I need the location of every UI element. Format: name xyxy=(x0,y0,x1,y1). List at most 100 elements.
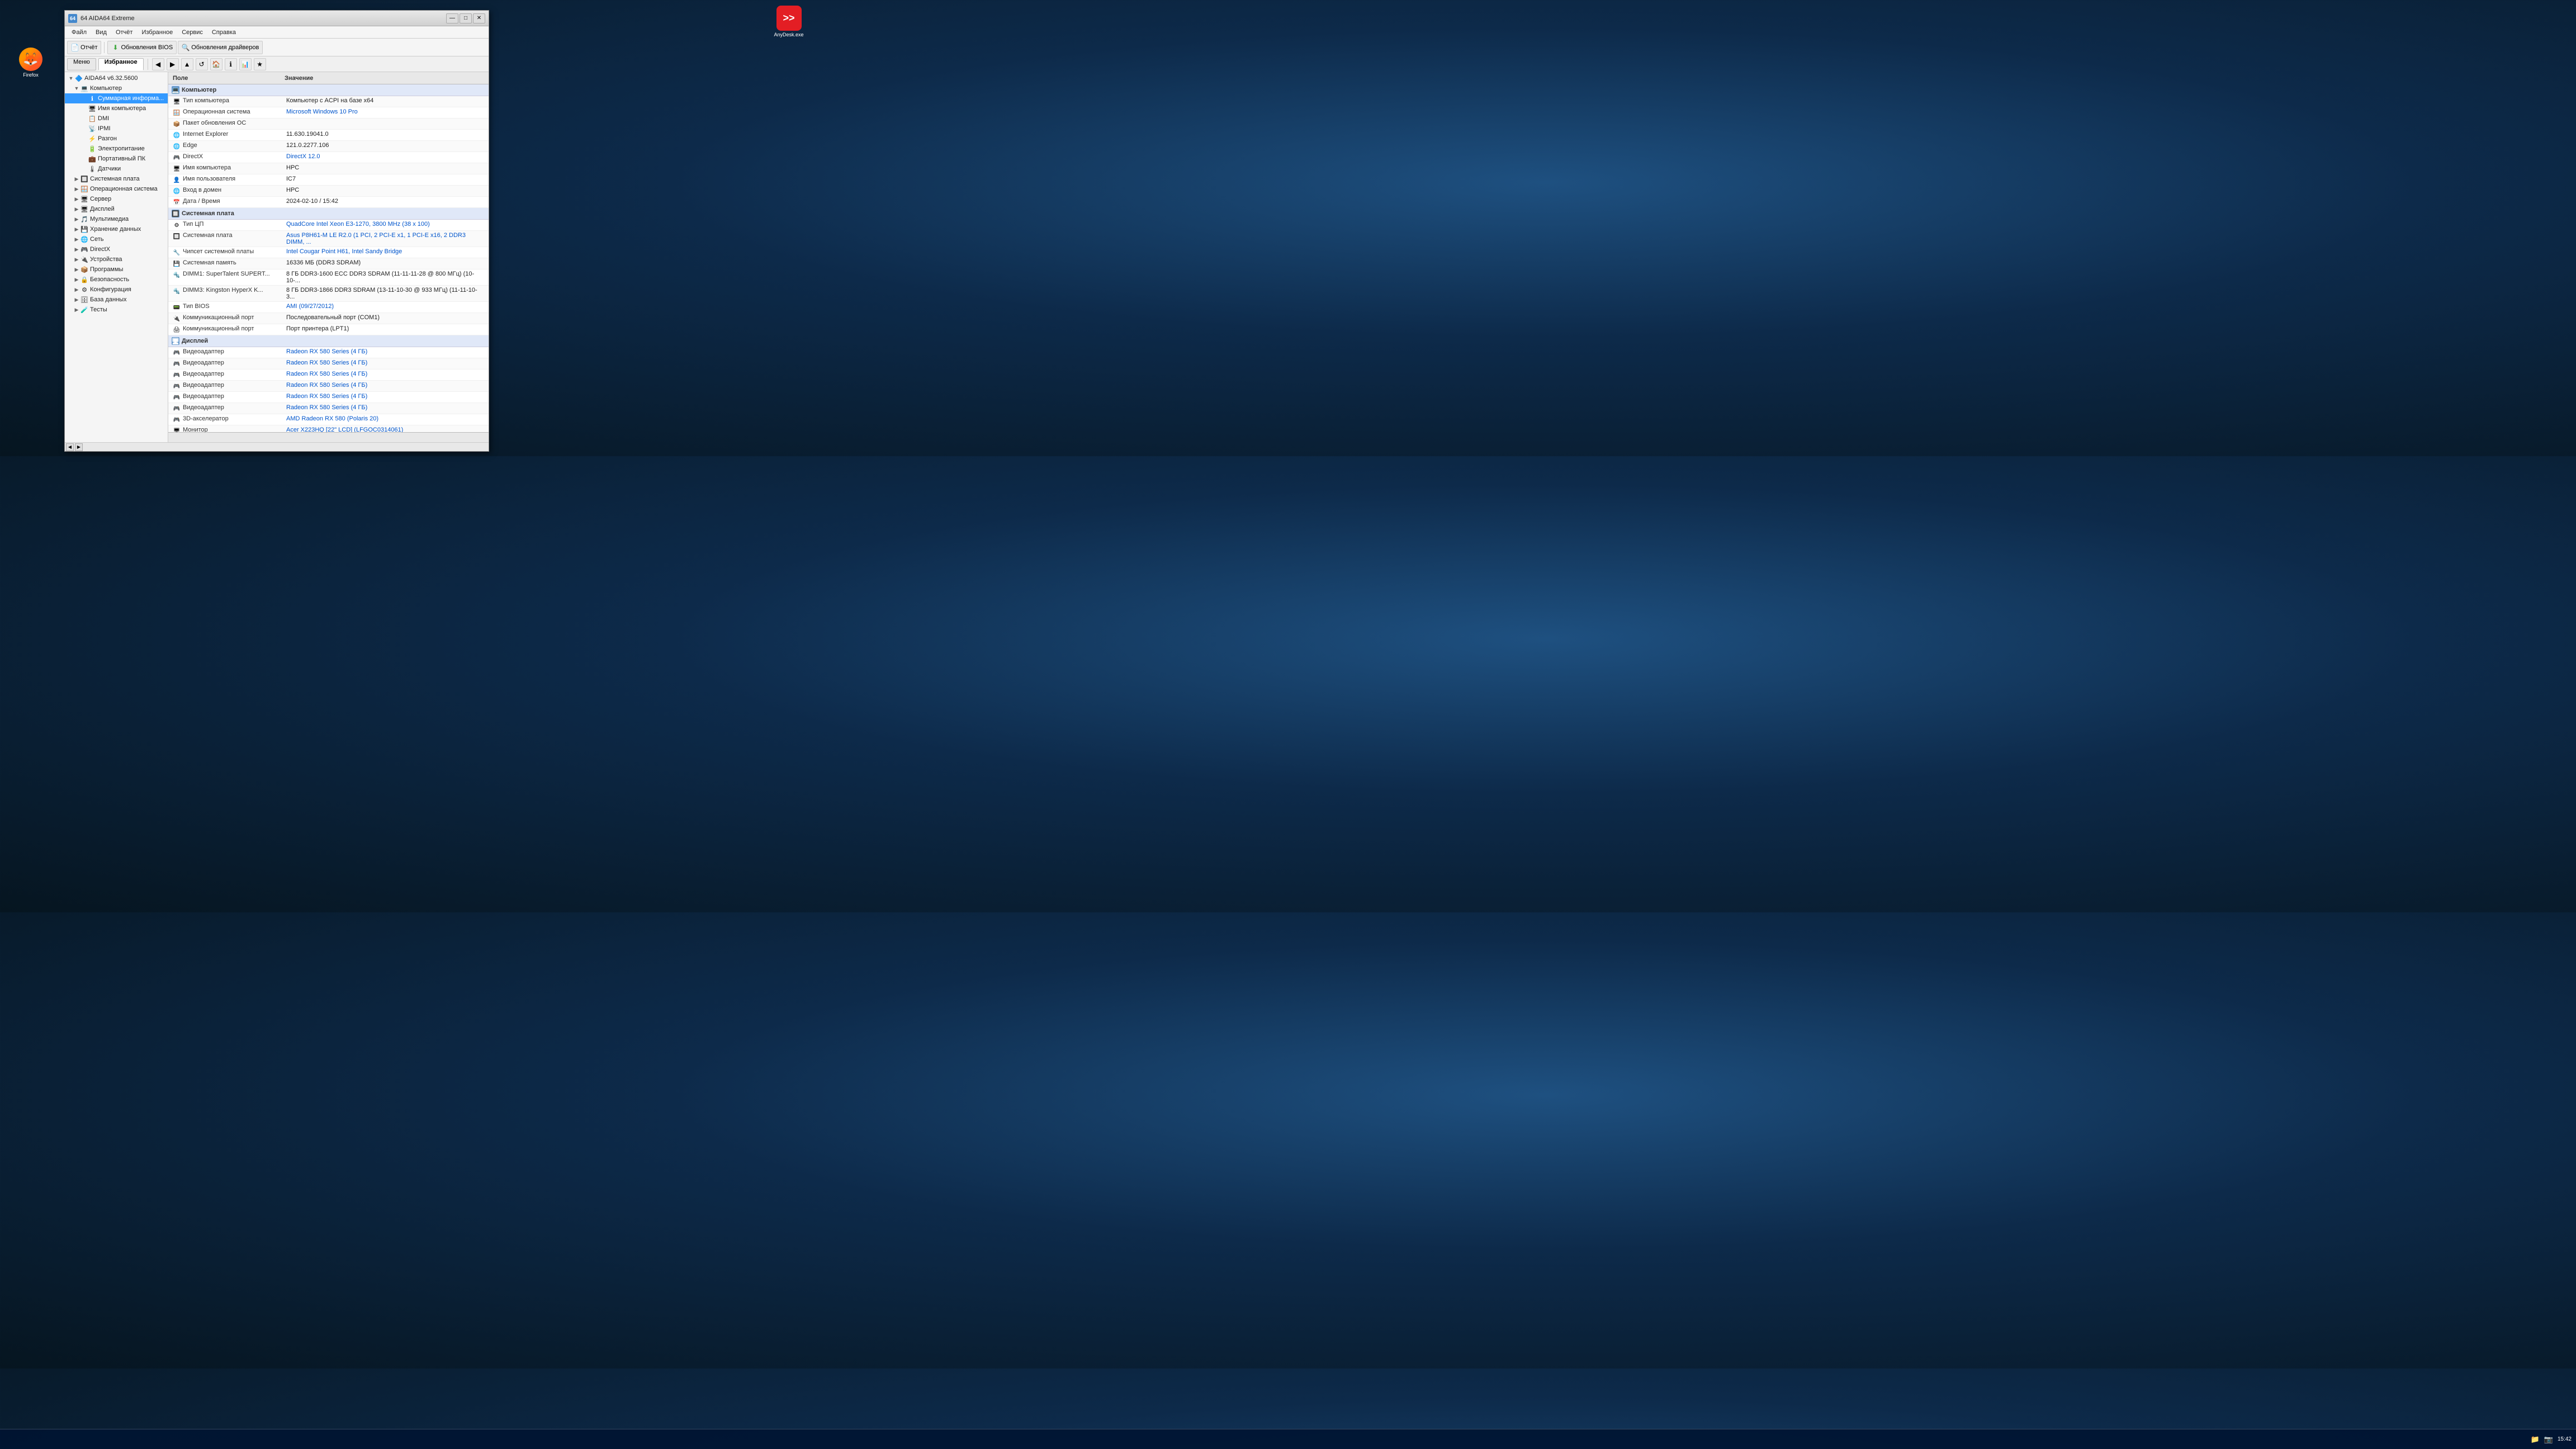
sidebar-item-multimedia[interactable]: ▶ 🎵 Мультимедиа xyxy=(65,214,168,224)
driver-update-button[interactable]: 🔍 Обновления драйверов xyxy=(178,41,263,54)
value-lpt: Порт принтера (LPT1) xyxy=(286,325,484,332)
row-icon-3d: 🎮 xyxy=(173,416,181,424)
sidebar-item-power[interactable]: 🔋 Электропитание xyxy=(65,144,168,154)
row-icon-hostname: 🖥 xyxy=(173,165,181,173)
menu-favorites[interactable]: Избранное xyxy=(137,28,177,37)
sidebar-item-storage[interactable]: ▶ 💾 Хранение данных xyxy=(65,224,168,234)
menu-bar: Файл Вид Отчёт Избранное Сервис Справка xyxy=(65,26,489,39)
nav-forward-button[interactable]: ▶ xyxy=(167,58,179,70)
row-icon-gpu1: 🎮 xyxy=(173,349,181,357)
sidebar-item-network[interactable]: ▶ 🌐 Сеть xyxy=(65,234,168,244)
nav-star-button[interactable]: ★ xyxy=(254,58,266,70)
sidebar-item-programs[interactable]: ▶ 📦 Программы xyxy=(65,264,168,274)
row-icon-com: 🔌 xyxy=(173,315,181,323)
sidebar-item-display[interactable]: ▶ 🖥 Дисплей xyxy=(65,204,168,214)
minimize-button[interactable]: — xyxy=(446,13,458,23)
sidebar-item-summary[interactable]: ℹ Суммарная информа... xyxy=(65,93,168,103)
value-gpu6: Radeon RX 580 Series (4 ГБ) xyxy=(286,404,484,411)
sidebar-item-server[interactable]: ▶ 🖥 Сервер xyxy=(65,194,168,204)
sidebar-item-computer-name[interactable]: 🖥 Имя компьютера xyxy=(65,103,168,113)
nav-info-button[interactable]: ℹ xyxy=(225,58,237,70)
motherboard-icon: 🔲 xyxy=(80,175,88,183)
row-chipset: 🔧 Чипсет системной платы Intel Cougar Po… xyxy=(168,247,489,258)
sidebar-item-config[interactable]: ▶ ⚙ Конфигурация xyxy=(65,285,168,295)
row-icon-ie: 🌐 xyxy=(173,131,181,139)
anydesk-desktop-icon[interactable]: >> AnyDesk.exe xyxy=(772,6,806,37)
nav-home-button[interactable]: 🏠 xyxy=(210,58,222,70)
sidebar-devices-label: Устройства xyxy=(90,256,122,263)
field-domain: Вход в домен xyxy=(183,187,286,193)
maximize-button[interactable]: □ xyxy=(460,13,472,23)
sidebar-database-label: База данных xyxy=(90,296,127,303)
row-username: 👤 Имя пользователя IC7 xyxy=(168,174,489,186)
close-button[interactable]: ✕ xyxy=(473,13,485,23)
sidebar-item-sensors[interactable]: 🌡 Датчики xyxy=(65,164,168,174)
taskbar-files-icon[interactable]: 📁 xyxy=(2531,1435,2540,1444)
row-icon-edge: 🌐 xyxy=(173,143,181,150)
sidebar-item-laptop[interactable]: 💼 Портативный ПК xyxy=(65,154,168,164)
report-button[interactable]: 📄 Отчёт xyxy=(67,41,101,54)
server-expand-icon: ▶ xyxy=(73,195,80,203)
sidebar-sensors-label: Датчики xyxy=(98,165,121,172)
cfg-expand-icon: ▶ xyxy=(73,286,80,293)
window-title: 64 AIDA64 Extreme xyxy=(80,15,446,22)
sidebar-item-ipmi[interactable]: 📡 IPMI xyxy=(65,124,168,134)
value-gpu1: Radeon RX 580 Series (4 ГБ) xyxy=(286,348,484,355)
section-display: 🖥 Дисплей xyxy=(168,335,489,347)
menu-help[interactable]: Справка xyxy=(207,28,240,37)
sidebar-item-database[interactable]: ▶ 🗄 База данных xyxy=(65,295,168,305)
sidebar-item-tests[interactable]: ▶ 🧪 Тесты xyxy=(65,305,168,315)
tab-favorites[interactable]: Избранное xyxy=(98,58,144,70)
nav-chart-button[interactable]: 📊 xyxy=(239,58,252,70)
row-gpu4: 🎮 Видеоадаптер Radeon RX 580 Series (4 Г… xyxy=(168,381,489,392)
menu-view[interactable]: Вид xyxy=(91,28,111,37)
sidebar-item-devices[interactable]: ▶ 🔌 Устройства xyxy=(65,254,168,264)
sidebar-dmi-label: DMI xyxy=(98,115,109,122)
nav-refresh-button[interactable]: ↺ xyxy=(196,58,208,70)
sidebar-item-computer[interactable]: ▼ 💻 Компьютер xyxy=(65,83,168,93)
sidebar-item-os[interactable]: ▶ 🪟 Операционная система xyxy=(65,184,168,194)
report-btn-label: Отчёт xyxy=(80,44,97,51)
value-os: Microsoft Windows 10 Pro xyxy=(286,108,484,115)
row-icon-gpu2: 🎮 xyxy=(173,360,181,368)
sidebar-multimedia-label: Мультимедиа xyxy=(90,216,129,222)
title-bar-icon: 64 xyxy=(68,14,77,23)
driver-update-label: Обновления драйверов xyxy=(191,44,259,51)
field-dimm1: DIMM1: SuperTalent SUPERT... xyxy=(183,271,286,277)
database-icon: 🗄 xyxy=(80,296,88,304)
summary-icon: ℹ xyxy=(88,94,96,102)
field-cpu: Тип ЦП xyxy=(183,221,286,228)
field-gpu4: Видеоадаптер xyxy=(183,382,286,389)
row-icon-chipset: 🔧 xyxy=(173,249,181,257)
sidebar-item-directx[interactable]: ▶ 🎮 DirectX xyxy=(65,244,168,254)
value-3d: AMD Radeon RX 580 (Polaris 20) xyxy=(286,415,484,422)
sidebar-root-label: AIDA64 v6.32.5600 xyxy=(84,75,138,82)
row-ram: 💾 Системная память 16336 МБ (DDR3 SDRAM) xyxy=(168,258,489,269)
firefox-desktop-icon[interactable]: 🦊 Firefox xyxy=(14,48,48,78)
nav-back-button[interactable]: ◀ xyxy=(152,58,164,70)
scroll-left-btn[interactable]: ◀ xyxy=(66,443,74,451)
tab-menu[interactable]: Меню xyxy=(67,58,96,70)
sidebar: ▼ 🔷 AIDA64 v6.32.5600 ▼ 💻 Компьютер ℹ Су… xyxy=(65,72,168,442)
row-icon-gpu4: 🎮 xyxy=(173,382,181,390)
taskbar-settings-icon[interactable]: 📷 xyxy=(2544,1435,2553,1444)
menu-report[interactable]: Отчёт xyxy=(111,28,137,37)
bios-update-button[interactable]: ⬇ Обновления BIOS xyxy=(107,41,177,54)
column-headers: Поле Значение xyxy=(168,72,489,84)
menu-file[interactable]: Файл xyxy=(67,28,91,37)
taskbar-time: 15:42 xyxy=(2558,1436,2572,1442)
menu-service[interactable]: Сервис xyxy=(177,28,207,37)
firefox-label: Firefox xyxy=(23,72,39,78)
sidebar-security-label: Безопасность xyxy=(90,276,129,283)
sidebar-item-security[interactable]: ▶ 🔒 Безопасность xyxy=(65,274,168,285)
sidebar-item-overclock[interactable]: ⚡ Разгон xyxy=(65,134,168,144)
sidebar-item-motherboard[interactable]: ▶ 🔲 Системная плата xyxy=(65,174,168,184)
field-gpu5: Видеоадаптер xyxy=(183,393,286,400)
config-icon: ⚙ xyxy=(80,286,88,293)
row-dimm3: 🔩 DIMM3: Kingston HyperX K... 8 ГБ DDR3-… xyxy=(168,286,489,302)
value-computer-type: Компьютер с ACPI на базе x64 xyxy=(286,97,484,104)
sidebar-item-dmi[interactable]: 📋 DMI xyxy=(65,113,168,124)
scroll-right-btn[interactable]: ▶ xyxy=(75,443,83,451)
nav-up-button[interactable]: ▲ xyxy=(181,58,193,70)
sidebar-item-root[interactable]: ▼ 🔷 AIDA64 v6.32.5600 xyxy=(65,73,168,83)
